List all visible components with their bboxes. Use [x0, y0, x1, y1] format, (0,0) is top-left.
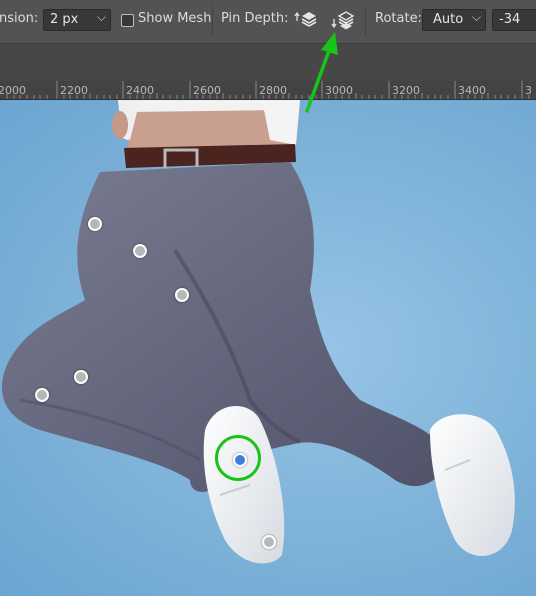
rotate-value: Auto [433, 12, 464, 27]
puppet-pin[interactable] [262, 535, 276, 549]
puppet-pin[interactable] [133, 244, 147, 258]
puppet-pin[interactable] [175, 288, 189, 302]
ruler-label: 2600 [193, 84, 221, 97]
divider [212, 6, 213, 36]
divider [365, 6, 366, 36]
pin-depth-forward-button[interactable] [294, 9, 320, 33]
show-mesh-checkbox[interactable] [121, 14, 134, 27]
rotate-select[interactable]: Auto ⌵ [422, 9, 486, 31]
expansion-label: nsion: [0, 11, 39, 26]
tab-bar-area [0, 44, 536, 81]
ruler-label: 3200 [392, 84, 420, 97]
options-bar: nsion: 2 px ⌵ Show Mesh Pin Depth: Rotat… [0, 0, 536, 44]
chevron-down-icon: ⌵ [471, 10, 481, 24]
pin-depth-backward-button[interactable] [331, 9, 357, 33]
puppet-pin[interactable] [74, 370, 88, 384]
jumping-person-photo [1, 100, 515, 564]
ruler-label: 3 [525, 84, 532, 97]
ruler-label: 2400 [126, 84, 154, 97]
expansion-value: 2 px [50, 12, 79, 27]
ruler-label: 3400 [458, 84, 486, 97]
document-canvas[interactable] [0, 100, 536, 596]
ruler-label: 2000 [0, 84, 26, 97]
puppet-pin[interactable] [35, 388, 49, 402]
pin-depth-label: Pin Depth: [221, 11, 289, 26]
show-mesh-label: Show Mesh [138, 11, 212, 26]
ruler-label: 2800 [259, 84, 287, 97]
rotate-label: Rotate: [375, 11, 422, 26]
layers-up-icon [294, 11, 317, 27]
ruler-label: 2200 [60, 84, 88, 97]
highlight-circle [215, 435, 261, 481]
angle-input[interactable]: -34 [492, 9, 536, 31]
angle-value: -34 [499, 12, 521, 27]
layers-down-icon [331, 11, 355, 30]
chevron-down-icon: ⌵ [96, 10, 106, 24]
horizontal-ruler: 2000 2200 2400 2600 2800 3000 3200 3400 … [0, 81, 536, 100]
ruler-label: 3000 [325, 84, 353, 97]
expansion-input[interactable]: 2 px ⌵ [43, 9, 111, 31]
puppet-pin[interactable] [88, 217, 102, 231]
